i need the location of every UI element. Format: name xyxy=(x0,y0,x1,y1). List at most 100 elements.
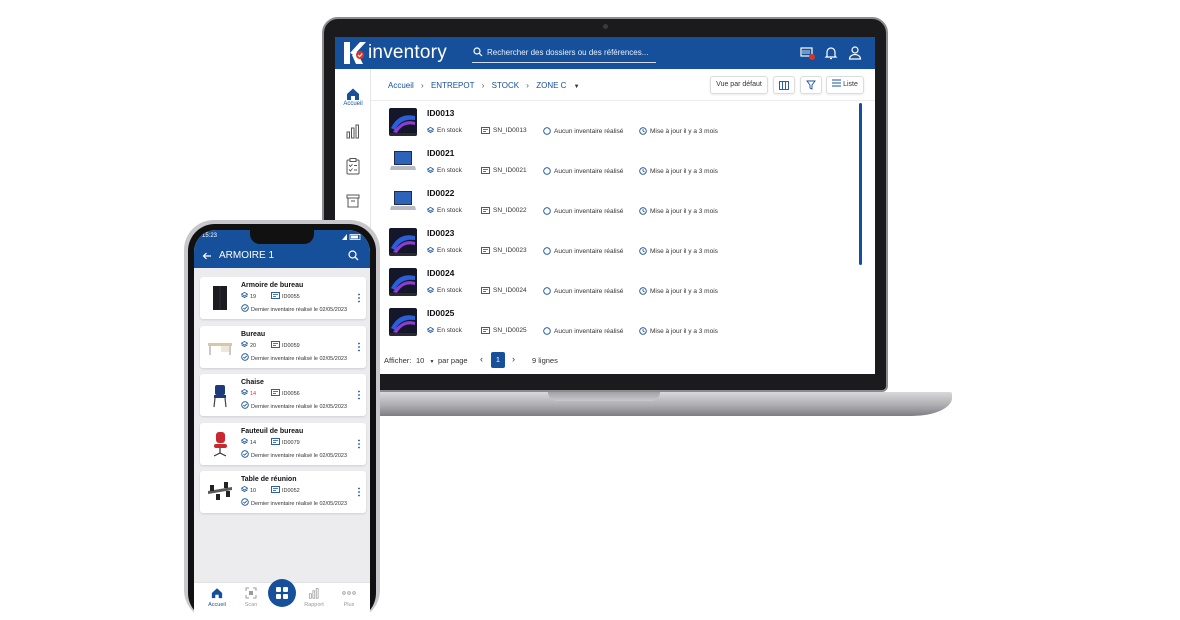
next-page-icon[interactable]: › xyxy=(512,354,515,364)
list-view-button[interactable]: Liste xyxy=(826,76,864,94)
item-id[interactable]: ID0025 xyxy=(427,308,454,318)
item-serial-text: SN_ID0021 xyxy=(493,167,527,174)
toolbar: Accueil › ENTREPOT › STOCK › ZONE C ▼ Vu… xyxy=(371,69,875,101)
phone-item-name: Fauteuil de bureau xyxy=(241,427,304,435)
scrollbar[interactable] xyxy=(859,103,862,265)
check-circle-icon xyxy=(241,352,251,362)
phone-item-card[interactable]: Chaise 14 ID0056 Dernier inventaire réalisé… xyxy=(200,374,366,416)
columns-button[interactable] xyxy=(773,76,795,94)
bottom-nav: Accueil Scan Rapport Plus xyxy=(194,579,370,620)
filter-button[interactable] xyxy=(800,76,822,94)
phone-item-card[interactable]: Fauteuil de bureau 14 ID0079 Dernier invent… xyxy=(200,422,366,465)
search-bar[interactable]: Rechercher des dossiers ou des référence… xyxy=(472,44,656,63)
nav-home[interactable]: Accueil xyxy=(202,587,232,608)
layers-icon xyxy=(426,126,437,134)
item-status: En stock xyxy=(426,286,462,294)
item-thumbnail xyxy=(389,108,417,136)
layers-icon xyxy=(426,326,437,334)
item-id[interactable]: ID0022 xyxy=(427,188,454,198)
grid-icon xyxy=(276,587,288,599)
phone-item-card[interactable]: Table de réunion 10 ID0052 Dernier inventai… xyxy=(200,471,366,513)
back-arrow-icon[interactable] xyxy=(202,251,212,261)
item-status: En stock xyxy=(426,166,462,174)
breadcrumb: Accueil › ENTREPOT › STOCK › ZONE C ▼ xyxy=(388,81,585,90)
item-status: En stock xyxy=(426,206,462,214)
caret-down-icon[interactable]: ▼ xyxy=(574,84,580,90)
more-vertical-icon[interactable] xyxy=(357,342,361,352)
item-status: En stock xyxy=(426,126,462,134)
battery-icon xyxy=(342,234,361,240)
breadcrumb-stock[interactable]: STOCK xyxy=(492,81,519,90)
item-thumbnail xyxy=(389,188,417,216)
item-inventory: Aucun inventaire réalisé xyxy=(543,327,623,335)
nav-report-label: Rapport xyxy=(304,602,324,608)
current-page-button[interactable]: 1 xyxy=(491,352,505,368)
clock-icon xyxy=(639,327,650,335)
phone-item-ref-text: ID0052 xyxy=(282,488,300,494)
nav-apps-button[interactable] xyxy=(268,579,296,607)
item-thumbnail xyxy=(389,268,417,296)
item-id[interactable]: ID0013 xyxy=(427,108,454,118)
meeting-table-image xyxy=(208,482,232,500)
more-vertical-icon[interactable] xyxy=(357,487,361,497)
scanner-icon[interactable] xyxy=(799,45,815,61)
item-status-text: En stock xyxy=(437,247,462,254)
inventory-status-icon xyxy=(543,287,554,295)
more-vertical-icon[interactable] xyxy=(357,293,361,303)
breadcrumb-home[interactable]: Accueil xyxy=(388,81,414,90)
item-inventory: Aucun inventaire réalisé xyxy=(543,287,623,295)
search-icon[interactable] xyxy=(348,250,359,261)
list-item[interactable]: ID0023 En stock SN_ID0023 Aucun inventaire … xyxy=(385,223,855,263)
more-vertical-icon[interactable] xyxy=(357,390,361,400)
view-default-button[interactable]: Vue par défaut xyxy=(710,76,768,94)
chevron-right-icon: › xyxy=(526,81,529,90)
per-page-label: par page xyxy=(438,356,468,365)
nav-scan[interactable]: Scan xyxy=(236,587,266,608)
user-icon[interactable] xyxy=(847,45,863,61)
item-thumbnail xyxy=(389,308,417,336)
list-item[interactable]: ID0022 En stock SN_ID0022 Aucun inventaire … xyxy=(385,183,855,223)
phone-item-card[interactable]: Bureau 20 ID0059 Dernier inventaire réalisé… xyxy=(200,325,366,368)
phone-item-qty-text: 10 xyxy=(250,488,257,494)
bell-icon[interactable] xyxy=(823,45,839,61)
pagination: Afficher: 10 ▼ par page ‹ 1 › 9 lignes xyxy=(371,349,875,371)
list-item[interactable]: ID0024 En stock SN_ID0024 Aucun inventaire … xyxy=(385,263,855,303)
page-size-select[interactable]: 10 ▼ xyxy=(416,356,434,365)
nav-report[interactable]: Rapport xyxy=(299,587,329,608)
clipboard-check-icon xyxy=(346,158,360,175)
item-updated: Mise à jour il y a 3 mois xyxy=(639,167,718,175)
phone-item-ref-text: ID0059 xyxy=(282,342,300,349)
item-status-text: En stock xyxy=(437,207,462,214)
phone-item-qty-text: 20 xyxy=(250,342,257,349)
sidebar-item-archive[interactable] xyxy=(335,193,371,221)
item-id[interactable]: ID0024 xyxy=(427,268,454,278)
item-serial: SN_ID0021 xyxy=(481,167,527,174)
breadcrumb-zone[interactable]: ZONE C xyxy=(536,81,566,90)
sidebar-item-checklist[interactable] xyxy=(335,157,371,185)
prev-page-icon[interactable]: ‹ xyxy=(480,354,483,364)
list-item[interactable]: ID0013 En stock SN_ID0013 Aucun inventaire … xyxy=(385,103,855,143)
phone-item-qty: 14 xyxy=(240,388,256,397)
phone-item-last-inventory-text: Dernier inventaire réalisé le 02/05/2023 xyxy=(251,307,348,313)
item-serial: SN_ID0022 xyxy=(481,207,527,214)
phone-item-last-inventory: Dernier inventaire réalisé le 02/05/2023 xyxy=(241,449,347,459)
item-id[interactable]: ID0023 xyxy=(427,228,454,238)
item-serial: SN_ID0023 xyxy=(481,247,527,254)
item-id[interactable]: ID0021 xyxy=(427,148,454,158)
clock-icon xyxy=(639,207,650,215)
list-item[interactable]: ID0025 En stock SN_ID0025 Aucun inventaire … xyxy=(385,303,855,343)
list-item[interactable]: ID0021 En stock SN_ID0021 Aucun inventaire … xyxy=(385,143,855,183)
logo-k-icon[interactable] xyxy=(341,40,367,66)
phone-item-qty-text: 14 xyxy=(250,439,257,446)
phone-item-ref-text: ID0079 xyxy=(282,439,300,446)
more-vertical-icon[interactable] xyxy=(357,439,361,449)
stage: inventory Rechercher des dossiers ou des… xyxy=(0,0,1180,620)
nav-more[interactable]: Plus xyxy=(334,587,364,608)
phone-item-qty: 10 xyxy=(240,485,257,494)
sidebar-item-reports[interactable] xyxy=(335,123,371,151)
sidebar-item-home[interactable]: Accueil xyxy=(335,87,371,115)
breadcrumb-entrepot[interactable]: ENTREPOT xyxy=(431,81,475,90)
tag-icon xyxy=(481,127,493,134)
item-inventory: Aucun inventaire réalisé xyxy=(543,247,623,255)
phone-item-card[interactable]: Armoire de bureau 19 ID0055 Dernier inventa… xyxy=(200,277,366,319)
